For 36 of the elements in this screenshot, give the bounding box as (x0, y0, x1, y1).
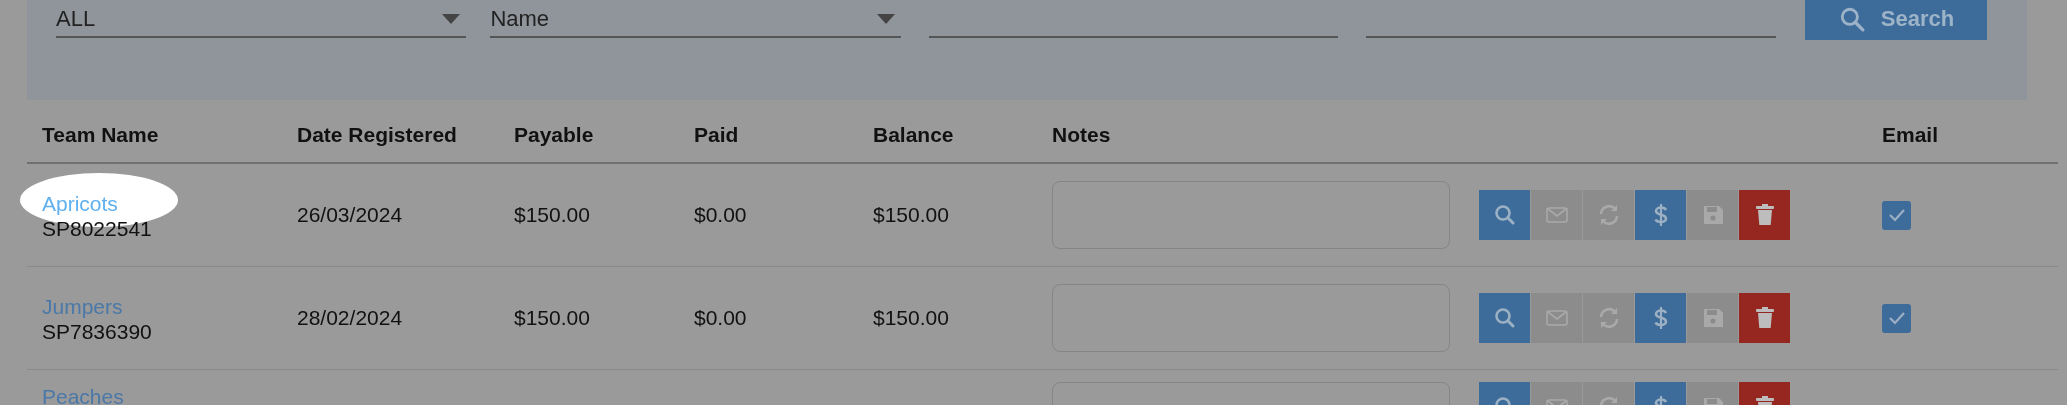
team-link[interactable]: Apricots (42, 191, 118, 216)
delete-button[interactable] (1739, 190, 1790, 240)
view-button[interactable] (1479, 190, 1530, 240)
payment-button[interactable] (1635, 190, 1686, 240)
dropdown-field[interactable]: Name (490, 0, 901, 38)
column-header: Paid (694, 123, 740, 147)
column-header: Team Name (42, 123, 160, 147)
column-header: Email (1882, 123, 1940, 147)
team-code: SP8022541 (42, 216, 153, 241)
table-cell: $0.00 (694, 203, 747, 226)
column-header: Date Registered (297, 123, 458, 147)
search-icon (1492, 203, 1517, 227)
email-checkbox[interactable] (1882, 303, 1911, 333)
search-icon (1492, 306, 1517, 330)
table-cell: 26/03/2024 (297, 203, 403, 226)
table-cell: $150.00 (514, 306, 590, 329)
column-header: Payable (514, 123, 595, 147)
dropdown-field[interactable]: ALL (56, 0, 467, 38)
caret-icon (442, 14, 461, 24)
table-cell: $150.00 (873, 306, 949, 329)
team-code: SP7836390 (42, 319, 153, 344)
table-cell: $150.00 (514, 203, 590, 226)
team-link[interactable]: Peaches (42, 384, 124, 405)
search-icon (1838, 6, 1865, 32)
view-button[interactable] (1479, 293, 1530, 343)
team-link[interactable]: Jumpers (42, 294, 123, 319)
payment-button[interactable] (1635, 293, 1686, 343)
column-header: Balance (873, 123, 955, 147)
search-button[interactable]: Search (1804, 0, 1987, 40)
table-cell: 28/02/2024 (297, 306, 403, 329)
email-checkbox[interactable] (1882, 200, 1911, 230)
table-cell: $0.00 (694, 306, 747, 329)
delete-button[interactable] (1739, 293, 1790, 343)
column-header: Notes (1052, 123, 1112, 147)
caret-icon (876, 14, 895, 24)
table-cell: $150.00 (873, 203, 949, 226)
